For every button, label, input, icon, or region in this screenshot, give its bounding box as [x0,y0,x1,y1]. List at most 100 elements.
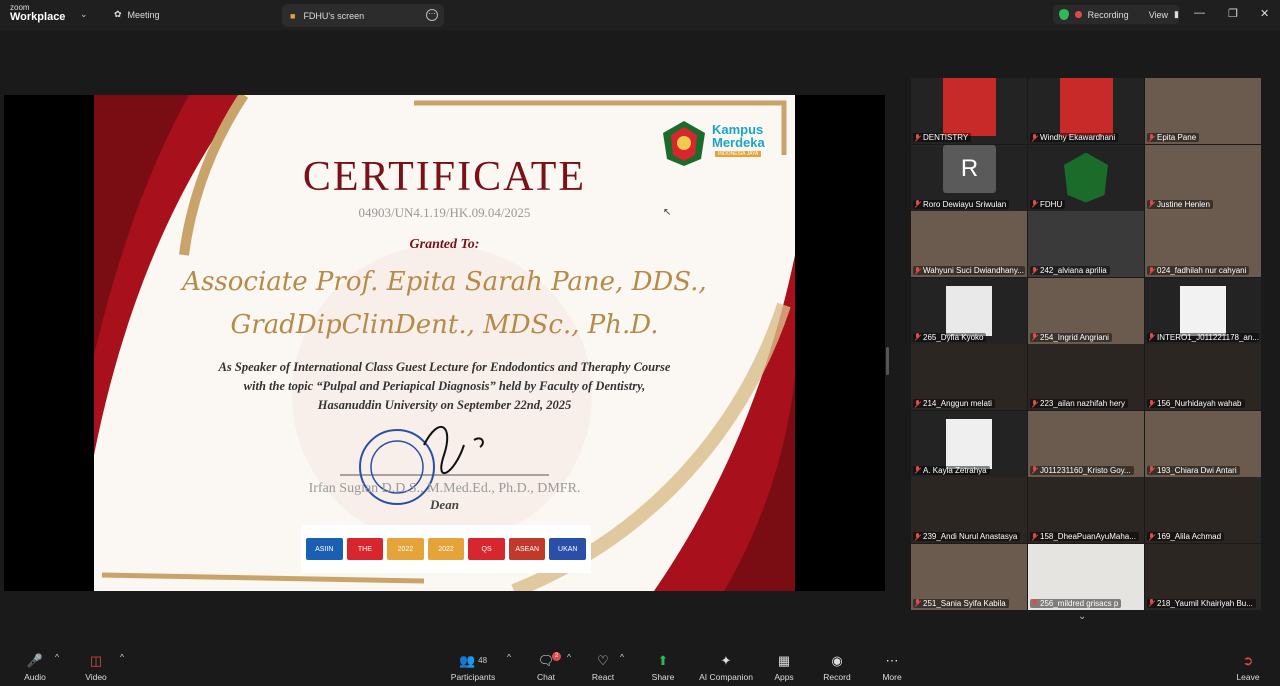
participant-name-label: Windhy Ekawardhani [1030,133,1119,142]
shared-screen-tab[interactable]: ■ FDHU's screen ⋯ [282,4,444,27]
minimize-icon[interactable]: — [1194,7,1205,19]
participant-tile[interactable]: Wahyuni Suci Dwiandhany... [911,211,1027,277]
restore-icon[interactable]: ❐ [1228,7,1238,20]
participant-name: 214_Anggun melati [923,399,992,408]
participant-name-label: 256_mildred grisacs p [1030,598,1122,608]
muted-mic-icon [1031,399,1038,408]
muted-mic-icon [1031,333,1038,341]
participant-video [1060,78,1113,136]
accreditation-logo: ASIIN [306,538,343,560]
muted-mic-icon [1148,532,1155,541]
panel-resize-handle[interactable] [886,347,889,375]
participant-tile[interactable]: 169_Alila Achmad [1145,477,1261,543]
chevron-down-icon[interactable]: ⌄ [1078,611,1086,622]
participant-name-label: 265_Dyfia Kyoko [913,332,987,342]
participant-tile[interactable]: 242_alviana aprilia [1028,211,1144,277]
participant-tile[interactable]: 256_mildred grisacs p [1028,543,1144,610]
participant-name: 223_ailan nazhifah hery [1040,399,1125,408]
record-label: Record [823,672,851,682]
muted-mic-icon [914,266,921,275]
participant-name-label: 251_Sania Syifa Kabila [913,598,1009,608]
zoom-logo[interactable]: zoom Workplace [10,4,65,23]
description-line3: Hasanuddin University on September 22nd,… [317,398,572,412]
participant-tile[interactable]: 265_Dyfia Kyoko [911,277,1027,344]
participants-icon: 👥 [458,652,476,668]
accreditation-logo: ASEAN [508,538,546,560]
participants-button[interactable]: 👥 48 Participants [443,652,503,683]
react-options-caret[interactable]: ^ [617,652,627,662]
participant-tile[interactable]: Epita Pane [1145,78,1261,144]
record-button[interactable]: ◉ Record [807,652,867,683]
participant-tile[interactable]: 158_DheaPuanAyuMaha... [1028,477,1144,543]
recording-indicator[interactable]: Recording View ▮ [1053,5,1179,24]
participant-name-label: FDHU [1030,199,1066,209]
participant-name: 242_alviana aprilia [1040,266,1107,275]
participant-name: Wahyuni Suci Dwiandhany... [923,266,1024,275]
muted-mic-icon [914,599,921,607]
participant-tile[interactable]: INTERO1_J011221178_an... [1145,277,1261,344]
muted-mic-icon [1031,466,1038,474]
participant-tile[interactable]: 254_Ingrid Angriani [1028,277,1144,344]
more-options-icon[interactable]: ⋯ [426,9,438,21]
participant-name: 256_mildred grisacs p [1040,598,1119,608]
participant-tile[interactable]: 024_fadhilah nur cahyani [1145,211,1261,277]
leave-button[interactable]: ➲ Leave [1218,652,1278,683]
fdhu-emblem-icon [1064,152,1108,203]
view-grid-icon[interactable]: ▮ [1174,9,1179,20]
chevron-down-icon[interactable]: ⌄ [80,9,88,20]
chat-label: Chat [537,672,555,682]
participant-tile[interactable]: 218_Yaumil Khairiyah Bu... [1145,543,1261,610]
muted-mic-icon [914,466,921,474]
more-button[interactable]: ⋯ More [862,652,922,683]
view-button-label[interactable]: View [1149,10,1168,20]
participant-name-label: 169_Alila Achmad [1147,532,1225,541]
share-button[interactable]: ⬆ Share [633,652,693,683]
participant-tile[interactable]: 223_ailan nazhifah hery [1028,344,1144,410]
participant-tile[interactable]: Justine Henlen [1145,144,1261,211]
participant-name-label: J011231160_Kristo Goy... [1030,465,1134,475]
participants-options-caret[interactable]: ^ [504,652,514,662]
video-options-caret[interactable]: ^ [117,652,127,662]
close-icon[interactable]: ✕ [1260,7,1269,20]
ai-sparkle-icon: ✦ [720,652,732,668]
participant-name: FDHU [1040,199,1063,209]
participant-tile[interactable]: DENTISTRY [911,78,1027,144]
participant-video [1180,285,1226,336]
participant-name-label: Wahyuni Suci Dwiandhany... [913,266,1025,275]
audio-options-caret[interactable]: ^ [52,652,62,662]
meeting-toolbar: 🎤 Audio ^ ◫ Video ^ 👥 48 Participants ^ 🗨… [0,648,1280,686]
participant-tile[interactable]: Windhy Ekawardhani [1028,78,1144,144]
participant-tile[interactable]: 214_Anggun melati [911,344,1027,410]
record-icon: ◉ [831,652,843,668]
muted-mic-icon [1031,133,1038,142]
muted-mic-icon [914,333,921,341]
participant-tile[interactable]: J011231160_Kristo Goy... [1028,410,1144,477]
accreditation-logo: 2022 [387,538,424,560]
participant-video [943,78,996,136]
audio-label: Audio [24,672,46,682]
participant-tile[interactable]: 193_Chiara Dwi Antari [1145,410,1261,477]
more-label: More [882,672,902,682]
participant-name: 218_Yaumil Khairiyah Bu... [1157,598,1253,608]
recipient-name-line2: GradDipClinDent., MDSc., Ph.D. [230,310,659,340]
security-shield-icon [1059,9,1070,20]
avatar: R [943,144,996,193]
participant-tile[interactable]: R Roro Dewiayu Sriwulan [911,144,1027,211]
participant-name: A. Kayla Zetrahya [923,465,987,475]
muted-mic-icon [914,133,921,142]
apps-button[interactable]: ▦ Apps [754,652,814,683]
participant-tile[interactable]: FDHU [1028,144,1144,211]
participant-name: 254_Ingrid Angriani [1040,332,1109,342]
participant-name: DENTISTRY [923,133,969,142]
participant-name: Windhy Ekawardhani [1040,133,1116,142]
participant-tile[interactable]: 156_Nurhidayah wahab [1145,344,1261,410]
participant-name-label: 223_ailan nazhifah hery [1030,399,1128,408]
participant-tile[interactable]: 239_Andi Nurul Anastasya [911,477,1027,543]
recipient-name-line1: Associate Prof. Epita Sarah Pane, DDS., [182,267,707,297]
ai-companion-button[interactable]: ✦ AI Companion [696,652,756,683]
participant-tile[interactable]: A. Kayla Zetrahya [911,410,1027,477]
participant-tile[interactable]: 251_Sania Syifa Kabila [911,543,1027,610]
meeting-tab[interactable]: ✿ Meeting [114,9,160,20]
participant-name-label: Roro Dewiayu Sriwulan [913,199,1010,209]
participant-name-label: 193_Chiara Dwi Antari [1147,465,1240,475]
